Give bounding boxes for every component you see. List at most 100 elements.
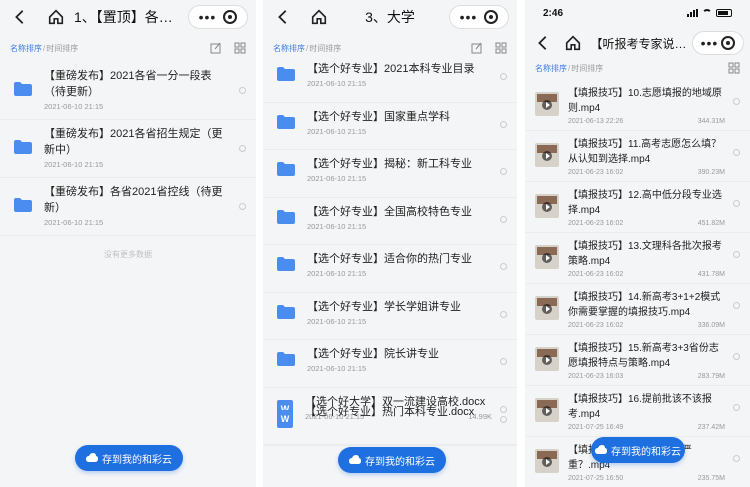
item-date: 2021-06-10 21:15	[307, 316, 367, 326]
sort-by-name[interactable]: 名称排序	[10, 43, 42, 54]
video-thumbnail	[535, 449, 559, 473]
item-size: 336.09M	[697, 322, 725, 329]
list-item[interactable]: 【选个好专业】全国高校特色专业 2021-06-10 21:15	[263, 198, 517, 245]
list-item[interactable]: 【填报技巧】14.新高考3+1+2模式你需要掌握的填报技巧.mp4 2021-06…	[525, 284, 750, 335]
select-radio[interactable]	[733, 455, 740, 462]
select-radio[interactable]	[500, 263, 507, 270]
capsule-menu[interactable]: •••	[188, 5, 248, 29]
cloud-icon	[595, 445, 607, 454]
list-item[interactable]: 【填报技巧】13.文理科各批次报考策略.mp4 2021-06-23 16:02 4…	[525, 233, 750, 284]
item-name: 【选个好专业】国家重点学科	[307, 110, 450, 123]
play-icon	[542, 406, 552, 416]
wifi-icon	[702, 9, 712, 17]
list-item[interactable]: 【选个好专业】国家重点学科 2021-06-10 21:15	[263, 103, 517, 150]
select-radio[interactable]	[733, 404, 740, 411]
video-thumbnail	[535, 194, 559, 218]
page-title: 1、【置顶】各省…	[74, 9, 182, 25]
no-more-text: 没有更多数据	[104, 250, 152, 259]
select-radio[interactable]	[500, 358, 507, 365]
item-date: 2021-06-10 21:15	[44, 218, 104, 227]
select-radio[interactable]	[500, 215, 507, 223]
list-item[interactable]: 【填报技巧】12.高中低分段专业选择.mp4 2021-06-23 16:02 45…	[525, 182, 750, 233]
folder-icon	[14, 82, 32, 96]
home-icon[interactable]	[561, 31, 585, 55]
list-item[interactable]: 【选个好专业】学长学姐讲专业 2021-06-10 21:15	[263, 293, 517, 340]
edit-icon[interactable]	[471, 42, 483, 54]
list-item[interactable]: 【重磅发布】2021各省一分一段表（待更新） 2021-06-10 21:15	[0, 62, 256, 120]
folder-icon	[14, 198, 32, 212]
select-radio[interactable]	[239, 145, 246, 152]
item-name: 【填报技巧】13.文理科各批次报考策略.mp4	[568, 241, 722, 267]
capsule-menu[interactable]: •••	[449, 5, 509, 29]
select-radio[interactable]	[500, 168, 507, 175]
play-icon	[542, 355, 552, 365]
edit-icon[interactable]	[210, 42, 222, 54]
close-target-icon[interactable]	[484, 10, 499, 24]
select-radio[interactable]	[500, 120, 507, 128]
select-radio[interactable]	[239, 203, 246, 210]
list-item[interactable]: 【选个好专业】揭秘：新工科专业 2021-06-10 21:15	[263, 150, 517, 198]
back-icon[interactable]	[271, 5, 295, 29]
sort-by-time[interactable]: 时间排序	[309, 43, 341, 54]
close-target-icon[interactable]	[223, 10, 238, 24]
select-radio[interactable]	[733, 200, 740, 207]
home-icon[interactable]	[44, 5, 68, 29]
item-size: 283.79M	[697, 373, 725, 380]
select-radio[interactable]	[239, 87, 246, 94]
list-item[interactable]: 【选个好专业】2021本科专业目录 2021-06-10 21:15	[263, 55, 517, 103]
list-item[interactable]: 【填报技巧】11.高考志愿怎么填？从认知到选择.mp4 2021-06-23 16…	[525, 131, 750, 182]
list-item[interactable]: 【填报技巧】15.新高考3+3省份志愿填报特点与策略.mp4 2021-06-23…	[525, 335, 750, 386]
select-radio[interactable]	[733, 251, 740, 258]
item-name: 【填报技巧】16.提前批该不该报考.mp4	[568, 394, 712, 420]
item-name: 【填报技巧】11.高考志愿怎么填？从认知到选择.mp4	[568, 139, 722, 165]
capsule-menu[interactable]: •••	[692, 31, 744, 55]
grid-view-icon[interactable]	[495, 42, 507, 54]
list-item[interactable]: 【填报技巧】10.志愿填报的地域原则.mp4 2021-06-13 22:26 34…	[525, 80, 750, 131]
home-icon[interactable]	[307, 5, 331, 29]
item-name: 【选个好专业】适合你的热门专业	[307, 253, 472, 265]
more-icon[interactable]: •••	[460, 10, 478, 24]
item-name: 【选个好专业】热门本科专业.docx	[305, 405, 475, 418]
more-icon[interactable]: •••	[199, 10, 217, 24]
battery-icon	[716, 9, 732, 17]
close-target-icon[interactable]	[721, 36, 736, 50]
item-size: 451.82M	[697, 220, 725, 227]
item-date: 2021-06-10 21:15	[307, 174, 367, 183]
sort-by-name[interactable]: 名称排序	[535, 63, 567, 74]
grid-view-icon[interactable]	[728, 62, 740, 74]
back-icon[interactable]	[8, 5, 32, 29]
play-icon	[542, 253, 552, 263]
grid-view-icon[interactable]	[234, 42, 246, 54]
select-radio[interactable]	[733, 98, 740, 105]
back-icon[interactable]	[531, 31, 555, 55]
sort-by-name[interactable]: 名称排序	[273, 43, 305, 54]
select-radio[interactable]	[500, 73, 507, 80]
item-date: 2021-06-23 16:03	[568, 373, 624, 380]
list-item[interactable]: 【选个好专业】院长讲专业 2021-06-10 21:15	[263, 340, 517, 388]
list-item[interactable]: 【填报技巧】16.提前批该不该报考.mp4 2021-07-25 16:49 237…	[525, 386, 750, 437]
select-radio[interactable]	[500, 310, 507, 318]
save-to-cloud-button[interactable]: 存到我的和彩云	[591, 437, 685, 463]
video-thumbnail	[535, 347, 559, 371]
select-radio[interactable]	[500, 415, 507, 423]
list-item[interactable]: 【重磅发布】2021各省招生规定（更新中） 2021-06-10 21:15	[0, 120, 256, 178]
select-radio[interactable]	[733, 353, 740, 360]
list-item[interactable]: 【选个好专业】适合你的热门专业 2021-06-10 21:15	[263, 245, 517, 293]
list-item[interactable]: 【重磅发布】各省2021省控线（待更新） 2021-06-10 21:15	[0, 178, 256, 236]
item-date: 2021-07-25 16:50	[568, 475, 624, 482]
select-radio[interactable]	[733, 302, 740, 309]
select-radio[interactable]	[733, 149, 740, 156]
item-date: 2021-06-10 21:15	[307, 126, 367, 136]
folder-icon	[277, 352, 295, 366]
sort-by-time[interactable]: 时间排序	[571, 63, 603, 74]
more-icon[interactable]: •••	[701, 36, 719, 50]
list-item[interactable]: W 【选个好专业】热门本科专业.docx	[263, 398, 517, 445]
save-to-cloud-button[interactable]: 存到我的和彩云	[75, 445, 183, 471]
save-to-cloud-button[interactable]: 存到我的和彩云	[338, 447, 446, 473]
play-icon	[542, 100, 552, 110]
folder-icon	[277, 67, 295, 81]
item-name: 【填报技巧】12.高中低分段专业选择.mp4	[568, 190, 722, 216]
sort-by-time[interactable]: 时间排序	[46, 43, 78, 54]
play-icon	[542, 202, 552, 212]
video-thumbnail	[535, 143, 559, 167]
